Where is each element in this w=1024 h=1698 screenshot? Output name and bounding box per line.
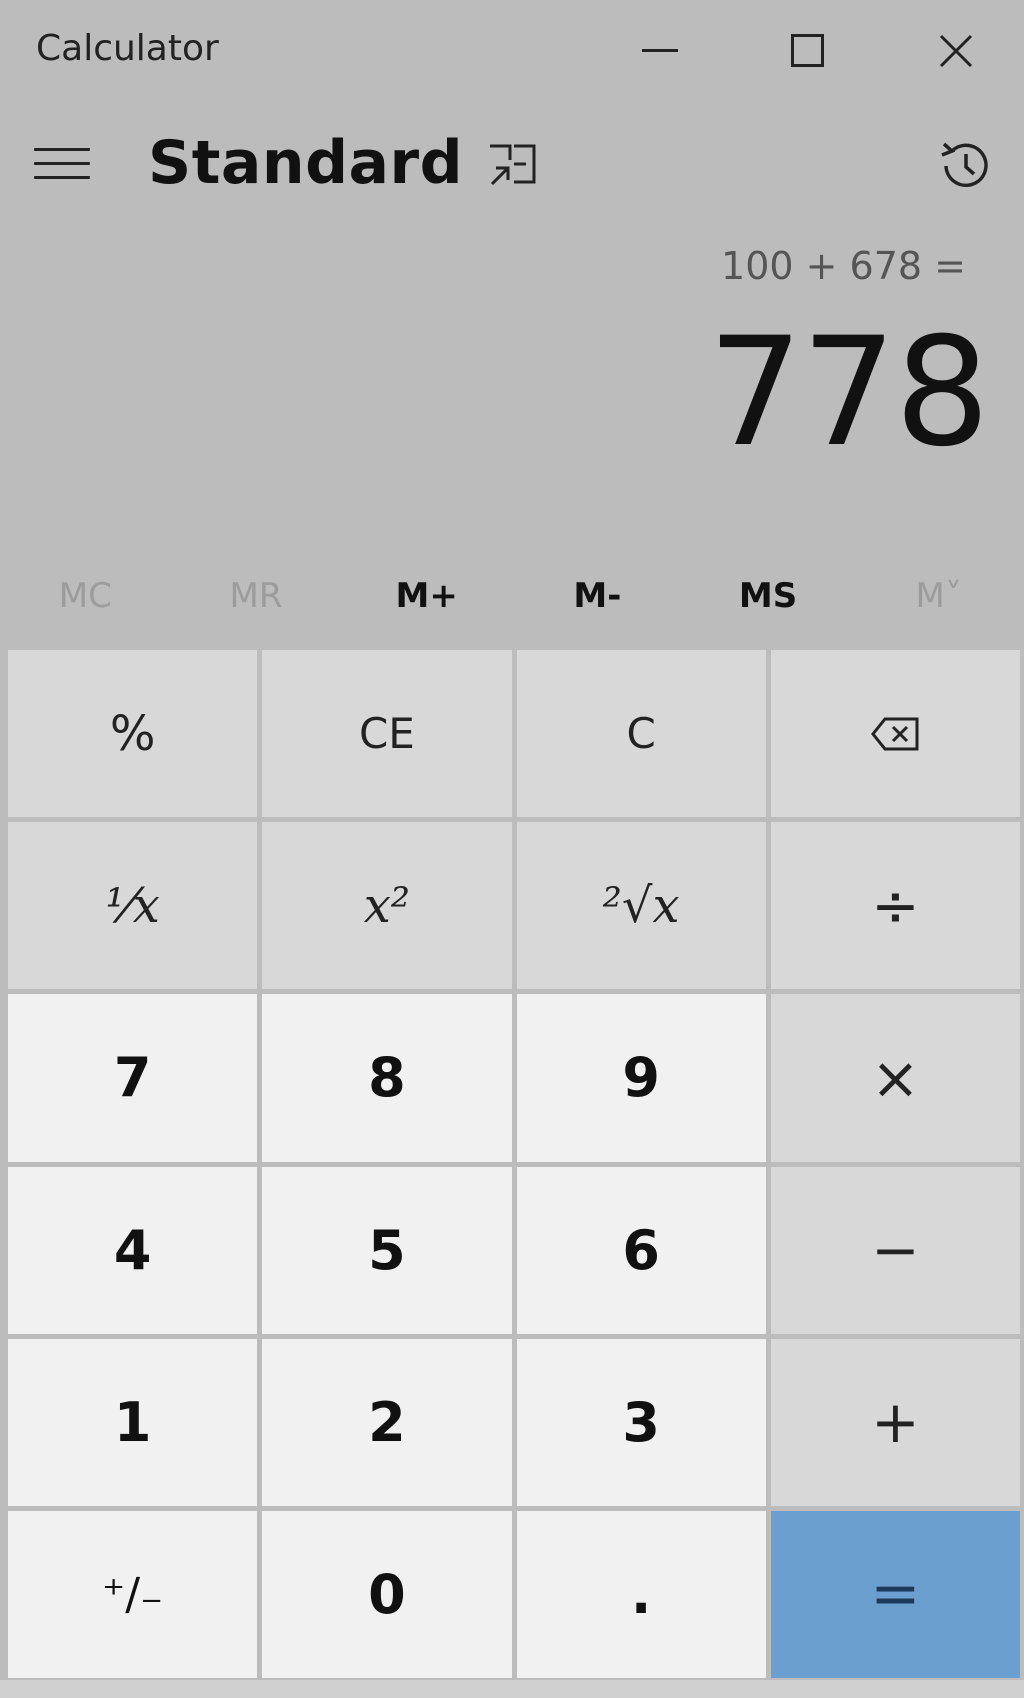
minimize-button[interactable] xyxy=(620,16,700,86)
close-button[interactable] xyxy=(916,16,996,86)
divide-button[interactable]: ÷ xyxy=(770,822,1020,990)
history-icon xyxy=(941,142,988,187)
percent-button[interactable]: % xyxy=(8,650,258,818)
keypad: % CE C ⅟x x² ²√x ÷ 7 8 9 × 4 5 6 − 1 2 3… xyxy=(8,650,1020,1678)
reciprocal-button[interactable]: ⅟x xyxy=(8,822,258,990)
backspace-icon xyxy=(871,717,919,751)
window-bottom-edge xyxy=(0,1680,1024,1698)
digit-5-button[interactable]: 5 xyxy=(262,1166,512,1334)
memory-row: MC MR M+ M- MS M˅ xyxy=(0,568,1024,624)
history-button[interactable] xyxy=(936,136,996,196)
digit-7-button[interactable]: 7 xyxy=(8,994,258,1162)
digit-1-button[interactable]: 1 xyxy=(8,1338,258,1506)
multiply-button[interactable]: × xyxy=(770,994,1020,1162)
plus-button[interactable]: + xyxy=(770,1338,1020,1506)
minimize-icon xyxy=(642,49,678,52)
memory-subtract-button[interactable]: M- xyxy=(512,568,683,624)
digit-9-button[interactable]: 9 xyxy=(516,994,766,1162)
digit-8-button[interactable]: 8 xyxy=(262,994,512,1162)
maximize-button[interactable] xyxy=(768,16,848,86)
close-icon xyxy=(939,34,973,68)
equals-button[interactable]: = xyxy=(770,1510,1020,1678)
digit-6-button[interactable]: 6 xyxy=(516,1166,766,1334)
digit-3-button[interactable]: 3 xyxy=(516,1338,766,1506)
decimal-button[interactable]: . xyxy=(516,1510,766,1678)
keep-on-top-button[interactable] xyxy=(484,140,540,192)
result-display: 778 xyxy=(707,306,990,480)
memory-recall-button[interactable]: MR xyxy=(171,568,342,624)
window-title: Calculator xyxy=(36,28,219,69)
clear-button[interactable]: C xyxy=(516,650,766,818)
memory-clear-button[interactable]: MC xyxy=(0,568,171,624)
hamburger-icon xyxy=(34,148,90,179)
keep-on-top-icon xyxy=(490,144,536,186)
square-button[interactable]: x² xyxy=(262,822,512,990)
maximize-icon xyxy=(791,34,824,67)
memory-list-button[interactable]: M˅ xyxy=(853,568,1024,624)
memory-store-button[interactable]: MS xyxy=(683,568,854,624)
clear-entry-button[interactable]: CE xyxy=(262,650,512,818)
digit-0-button[interactable]: 0 xyxy=(262,1510,512,1678)
menu-button[interactable] xyxy=(34,148,90,188)
digit-2-button[interactable]: 2 xyxy=(262,1338,512,1506)
negate-button[interactable]: ⁺∕₋ xyxy=(8,1510,258,1678)
memory-add-button[interactable]: M+ xyxy=(341,568,512,624)
expression-display: 100 + 678 = xyxy=(721,244,966,288)
square-root-button[interactable]: ²√x xyxy=(516,822,766,990)
mode-title: Standard xyxy=(148,128,464,198)
minus-button[interactable]: − xyxy=(770,1166,1020,1334)
digit-4-button[interactable]: 4 xyxy=(8,1166,258,1334)
backspace-button[interactable] xyxy=(770,650,1020,818)
